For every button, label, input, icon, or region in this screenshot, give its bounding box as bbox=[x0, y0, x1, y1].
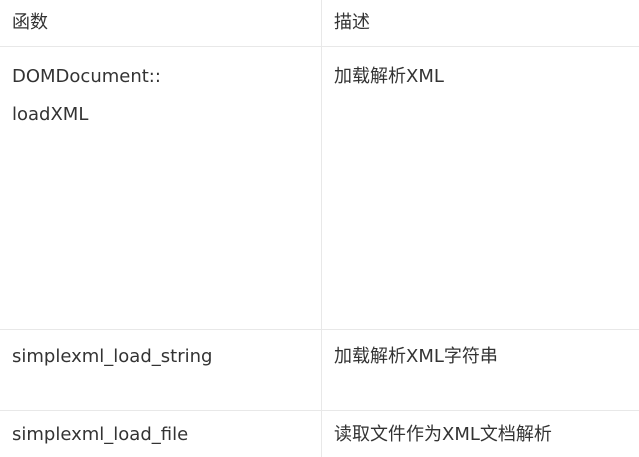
function-table: 函数 描述 DOMDocument:: loadXML 加载解析XML simp… bbox=[0, 0, 639, 457]
table-row: simplexml_load_file 读取文件作为XML文档解析 bbox=[0, 411, 639, 457]
function-name-line: DOMDocument:: bbox=[12, 66, 161, 87]
function-cell: DOMDocument:: loadXML bbox=[0, 47, 321, 329]
table-row: DOMDocument:: loadXML 加载解析XML bbox=[0, 47, 639, 330]
table-row: simplexml_load_string 加载解析XML字符串 bbox=[0, 330, 639, 411]
function-name-line: simplexml_load_string bbox=[12, 346, 213, 367]
table-header-row: 函数 描述 bbox=[0, 0, 639, 47]
description-cell: 加载解析XML bbox=[321, 47, 639, 329]
description-cell: 读取文件作为XML文档解析 bbox=[321, 411, 639, 457]
function-name-line: simplexml_load_file bbox=[12, 424, 189, 445]
description-cell: 加载解析XML字符串 bbox=[321, 330, 639, 410]
function-cell: simplexml_load_file bbox=[0, 411, 321, 457]
header-cell-description: 描述 bbox=[321, 0, 639, 46]
function-name-line: loadXML bbox=[12, 104, 89, 125]
function-cell: simplexml_load_string bbox=[0, 330, 321, 410]
header-cell-function: 函数 bbox=[12, 12, 48, 33]
